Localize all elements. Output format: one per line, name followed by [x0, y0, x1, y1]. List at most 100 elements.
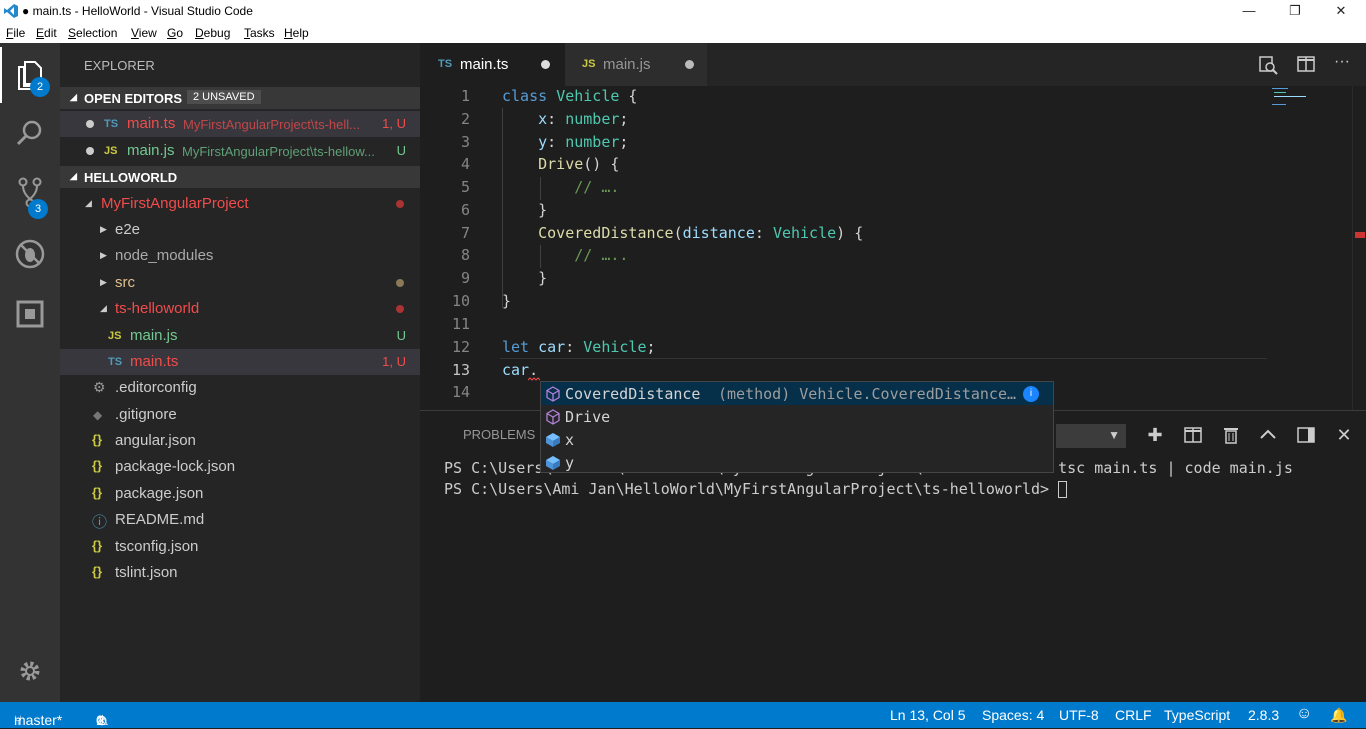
indentation[interactable]: Spaces: 4	[982, 707, 1044, 723]
menu-edit[interactable]: Edit	[36, 26, 57, 40]
code-line-1: class Vehicle {	[502, 87, 638, 105]
tree-file-readme[interactable]: ⓘ README.md	[60, 507, 420, 533]
encoding[interactable]: UTF-8	[1059, 707, 1099, 723]
tree-file-tslint-json[interactable]: {} tslint.json	[60, 560, 420, 586]
trash-icon[interactable]	[1221, 425, 1241, 445]
folder-name: e2e	[115, 221, 141, 238]
tab-main-js[interactable]: JS main.js	[565, 43, 707, 86]
language-mode[interactable]: TypeScript	[1164, 707, 1230, 723]
chevron-up-icon[interactable]	[1258, 425, 1278, 445]
tree-file-gitignore[interactable]: ◆ .gitignore	[60, 402, 420, 428]
suggest-item-drive[interactable]: Drive	[541, 405, 1053, 428]
scm-badge: 3	[28, 199, 48, 219]
code-editor[interactable]: 1 2 3 4 5 6 7 8 9 10 11 12 13 14 class Vehicle { x: n…	[420, 86, 1366, 410]
tree-file-angular-json[interactable]: {} angular.json	[60, 428, 420, 454]
debug-activity[interactable]	[0, 226, 60, 282]
tree-folder-project[interactable]: ◢ MyFirstAngularProject	[60, 191, 420, 217]
extensions-icon	[16, 300, 44, 328]
open-editor-path: MyFirstAngularProject\ts-hellow...	[182, 144, 375, 159]
ts-version[interactable]: 2.8.3	[1248, 707, 1279, 723]
collapsed-triangle-icon: ▶	[100, 250, 107, 260]
menu-debug[interactable]: Debug	[195, 26, 230, 40]
extensions-activity[interactable]	[0, 286, 60, 342]
suggest-label: Drive	[565, 408, 611, 426]
open-editors-label: OPEN EDITORS	[84, 91, 183, 106]
toggle-panel-position-icon[interactable]	[1296, 425, 1316, 445]
suggest-item-x[interactable]: x	[541, 428, 1053, 451]
line-number: 6	[460, 201, 470, 219]
tree-file-main-ts[interactable]: TS main.ts 1, U	[60, 349, 420, 375]
split-editor-icon[interactable]	[1297, 56, 1315, 72]
tree-file-tsconfig-json[interactable]: {} tsconfig.json	[60, 534, 420, 560]
code-line-5: // ….	[574, 178, 620, 196]
minimize-button[interactable]: —	[1226, 0, 1272, 22]
tree-file-main-js[interactable]: JS main.js U	[60, 323, 420, 349]
workspace-header[interactable]: ◢ HELLOWORLD	[60, 166, 420, 188]
source-control-activity[interactable]: 3	[0, 165, 60, 221]
menu-help[interactable]: Help	[284, 26, 309, 40]
tree-file-package-lock-json[interactable]: {} package-lock.json	[60, 454, 420, 480]
line-number: 8	[460, 246, 470, 264]
terminal-selector[interactable]: ▼	[1056, 424, 1126, 448]
tree-folder-e2e[interactable]: ▶ e2e	[60, 217, 420, 243]
menu-selection[interactable]: Selection	[68, 26, 117, 40]
file-name: .editorconfig	[115, 379, 197, 396]
open-changes-icon[interactable]	[1258, 55, 1278, 75]
suggest-widget[interactable]: CoveredDistance (method) Vehicle.Covered…	[540, 381, 1054, 473]
minimap[interactable]	[1268, 86, 1352, 116]
line-number: 3	[460, 133, 470, 151]
method-icon	[546, 409, 560, 425]
tab-problems[interactable]: PROBLEMS	[463, 427, 535, 442]
folder-name: node_modules	[115, 247, 214, 264]
open-editor-main-js[interactable]: JS main.js MyFirstAngularProject\ts-hell…	[60, 138, 420, 164]
close-panel-icon[interactable]: ✕	[1334, 425, 1354, 445]
close-window-button[interactable]: ✕	[1318, 0, 1364, 22]
tree-folder-src[interactable]: ▶ src	[60, 270, 420, 296]
new-terminal-icon[interactable]: ✚	[1145, 425, 1165, 445]
manage-activity[interactable]	[0, 643, 60, 699]
cursor-position[interactable]: Ln 13, Col 5	[890, 707, 966, 723]
split-terminal-icon[interactable]	[1183, 425, 1203, 445]
maximize-button[interactable]: ❐	[1272, 0, 1318, 22]
title-bar: ● main.ts - HelloWorld - Visual Studio C…	[0, 0, 1366, 22]
open-editor-path: MyFirstAngularProject\ts-hell...	[183, 117, 360, 132]
feedback-smiley-icon[interactable]: ☺	[1296, 705, 1312, 723]
open-editor-main-ts[interactable]: TS main.ts MyFirstAngularProject\ts-hell…	[60, 111, 420, 137]
terminal-line-2[interactable]: PS C:\Users\Ami Jan\HelloWorld\MyFirstAn…	[444, 480, 1068, 498]
unsaved-dot-icon[interactable]	[685, 60, 694, 69]
tree-file-package-json[interactable]: {} package.json	[60, 481, 420, 507]
json-file-icon: {}	[92, 538, 103, 553]
menu-tasks[interactable]: Tasks	[244, 26, 275, 40]
line-number: 13	[451, 361, 470, 379]
unsaved-dot-icon[interactable]	[86, 120, 94, 128]
menu-file[interactable]: File	[6, 26, 25, 40]
vertical-scrollbar[interactable]	[1352, 86, 1366, 410]
tree-folder-node-modules[interactable]: ▶ node_modules	[60, 243, 420, 269]
menu-go[interactable]: Go	[167, 26, 183, 40]
more-actions-icon[interactable]: ···	[1334, 53, 1350, 71]
info-icon[interactable]: i	[1023, 386, 1039, 402]
notifications-bell-icon[interactable]: 🔔	[1330, 707, 1347, 724]
debug-icon	[15, 239, 45, 269]
tab-main-ts[interactable]: TS main.ts	[420, 43, 565, 86]
tree-folder-ts-helloworld[interactable]: ◢ ts-helloworld	[60, 296, 420, 322]
suggest-label: CoveredDistance	[565, 385, 701, 403]
open-editors-header[interactable]: ◢ OPEN EDITORS 2 UNSAVED	[60, 87, 420, 109]
unsaved-dot-icon[interactable]	[541, 60, 550, 69]
suggest-item-y[interactable]: y	[541, 451, 1053, 474]
explorer-activity[interactable]: 2	[0, 47, 60, 103]
unsaved-badge: 2 UNSAVED	[187, 90, 261, 104]
unsaved-dot-icon[interactable]	[86, 147, 94, 155]
tree-file-editorconfig[interactable]: ⚙ .editorconfig	[60, 375, 420, 401]
js-file-icon: JS	[582, 58, 596, 70]
collapse-triangle-icon: ◢	[70, 92, 77, 102]
line-ending[interactable]: CRLF	[1115, 707, 1152, 723]
suggest-item-covereddistance[interactable]: CoveredDistance (method) Vehicle.Covered…	[541, 382, 1053, 405]
json-file-icon: {}	[92, 485, 103, 500]
menu-view[interactable]: View	[131, 26, 157, 40]
line-number: 9	[460, 269, 470, 287]
code-line-6: }	[502, 201, 548, 219]
expanded-triangle-icon: ◢	[85, 198, 92, 208]
search-activity[interactable]	[0, 105, 60, 161]
explorer-sidebar: EXPLORER ◢ OPEN EDITORS 2 UNSAVED TS mai…	[60, 43, 420, 702]
